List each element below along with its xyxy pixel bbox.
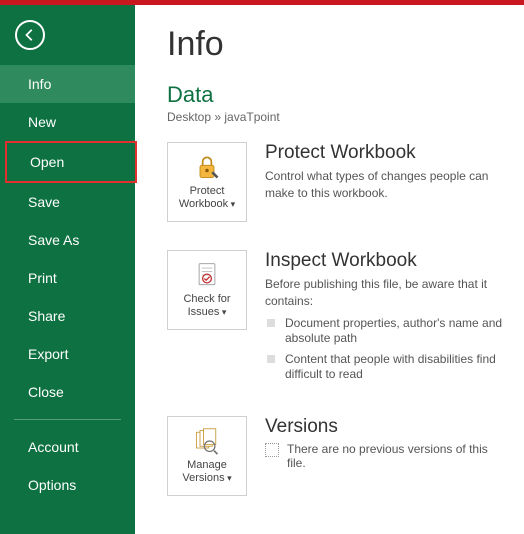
versions-icon (193, 427, 221, 455)
dropdown-arrow-icon: ▾ (228, 199, 235, 209)
protect-workbook-tile[interactable]: Protect Workbook ▾ (167, 142, 247, 222)
sidebar-item-open[interactable]: Open (5, 141, 137, 183)
sidebar-item-share[interactable]: Share (0, 297, 135, 335)
back-button[interactable] (15, 20, 45, 50)
versions-heading: Versions (265, 416, 509, 438)
versions-desc: There are no previous versions of this f… (287, 442, 509, 470)
versions-section: Manage Versions ▾ Versions There are no … (167, 416, 509, 496)
sidebar-item-export[interactable]: Export (0, 335, 135, 373)
sidebar-item-print[interactable]: Print (0, 259, 135, 297)
sidebar-item-new[interactable]: New (0, 103, 135, 141)
backstage-sidebar: InfoNewOpenSaveSave AsPrintShareExportCl… (0, 5, 135, 534)
sidebar-item-save[interactable]: Save (0, 183, 135, 221)
dropdown-arrow-icon: ▾ (219, 307, 226, 317)
manage-versions-tile[interactable]: Manage Versions ▾ (167, 416, 247, 496)
sidebar-item-info[interactable]: Info (0, 65, 135, 103)
protect-tile-label: Protect Workbook (179, 185, 228, 210)
sidebar-item-save-as[interactable]: Save As (0, 221, 135, 259)
document-ghost-icon (265, 443, 279, 457)
file-name: Data (167, 82, 509, 108)
protect-heading: Protect Workbook (265, 142, 509, 164)
breadcrumb: Desktop » javaTpoint (167, 110, 509, 124)
page-title: Info (167, 25, 509, 64)
inspect-bullet-item: Document properties, author's name and a… (265, 316, 509, 347)
document-check-icon (193, 261, 221, 289)
dropdown-arrow-icon: ▾ (225, 473, 232, 483)
sidebar-item-options[interactable]: Options (0, 466, 135, 504)
sidebar-item-account[interactable]: Account (0, 428, 135, 466)
main-pane: Info Data Desktop » javaTpoint Protect W… (135, 5, 524, 534)
inspect-bullet-item: Content that people with disabilities fi… (265, 352, 509, 383)
sidebar-divider (14, 419, 121, 420)
inspect-section: Check for Issues ▾ Inspect Workbook Befo… (167, 250, 509, 388)
check-issues-tile[interactable]: Check for Issues ▾ (167, 250, 247, 330)
lock-icon (193, 153, 221, 181)
inspect-heading: Inspect Workbook (265, 250, 509, 272)
protect-desc: Control what types of changes people can… (265, 168, 509, 202)
versions-tile-label: Manage Versions (182, 459, 227, 484)
inspect-desc: Before publishing this file, be aware th… (265, 276, 509, 310)
back-arrow-icon (23, 28, 37, 42)
sidebar-item-close[interactable]: Close (0, 373, 135, 411)
protect-section: Protect Workbook ▾ Protect Workbook Cont… (167, 142, 509, 222)
inspect-bullets: Document properties, author's name and a… (265, 316, 509, 383)
